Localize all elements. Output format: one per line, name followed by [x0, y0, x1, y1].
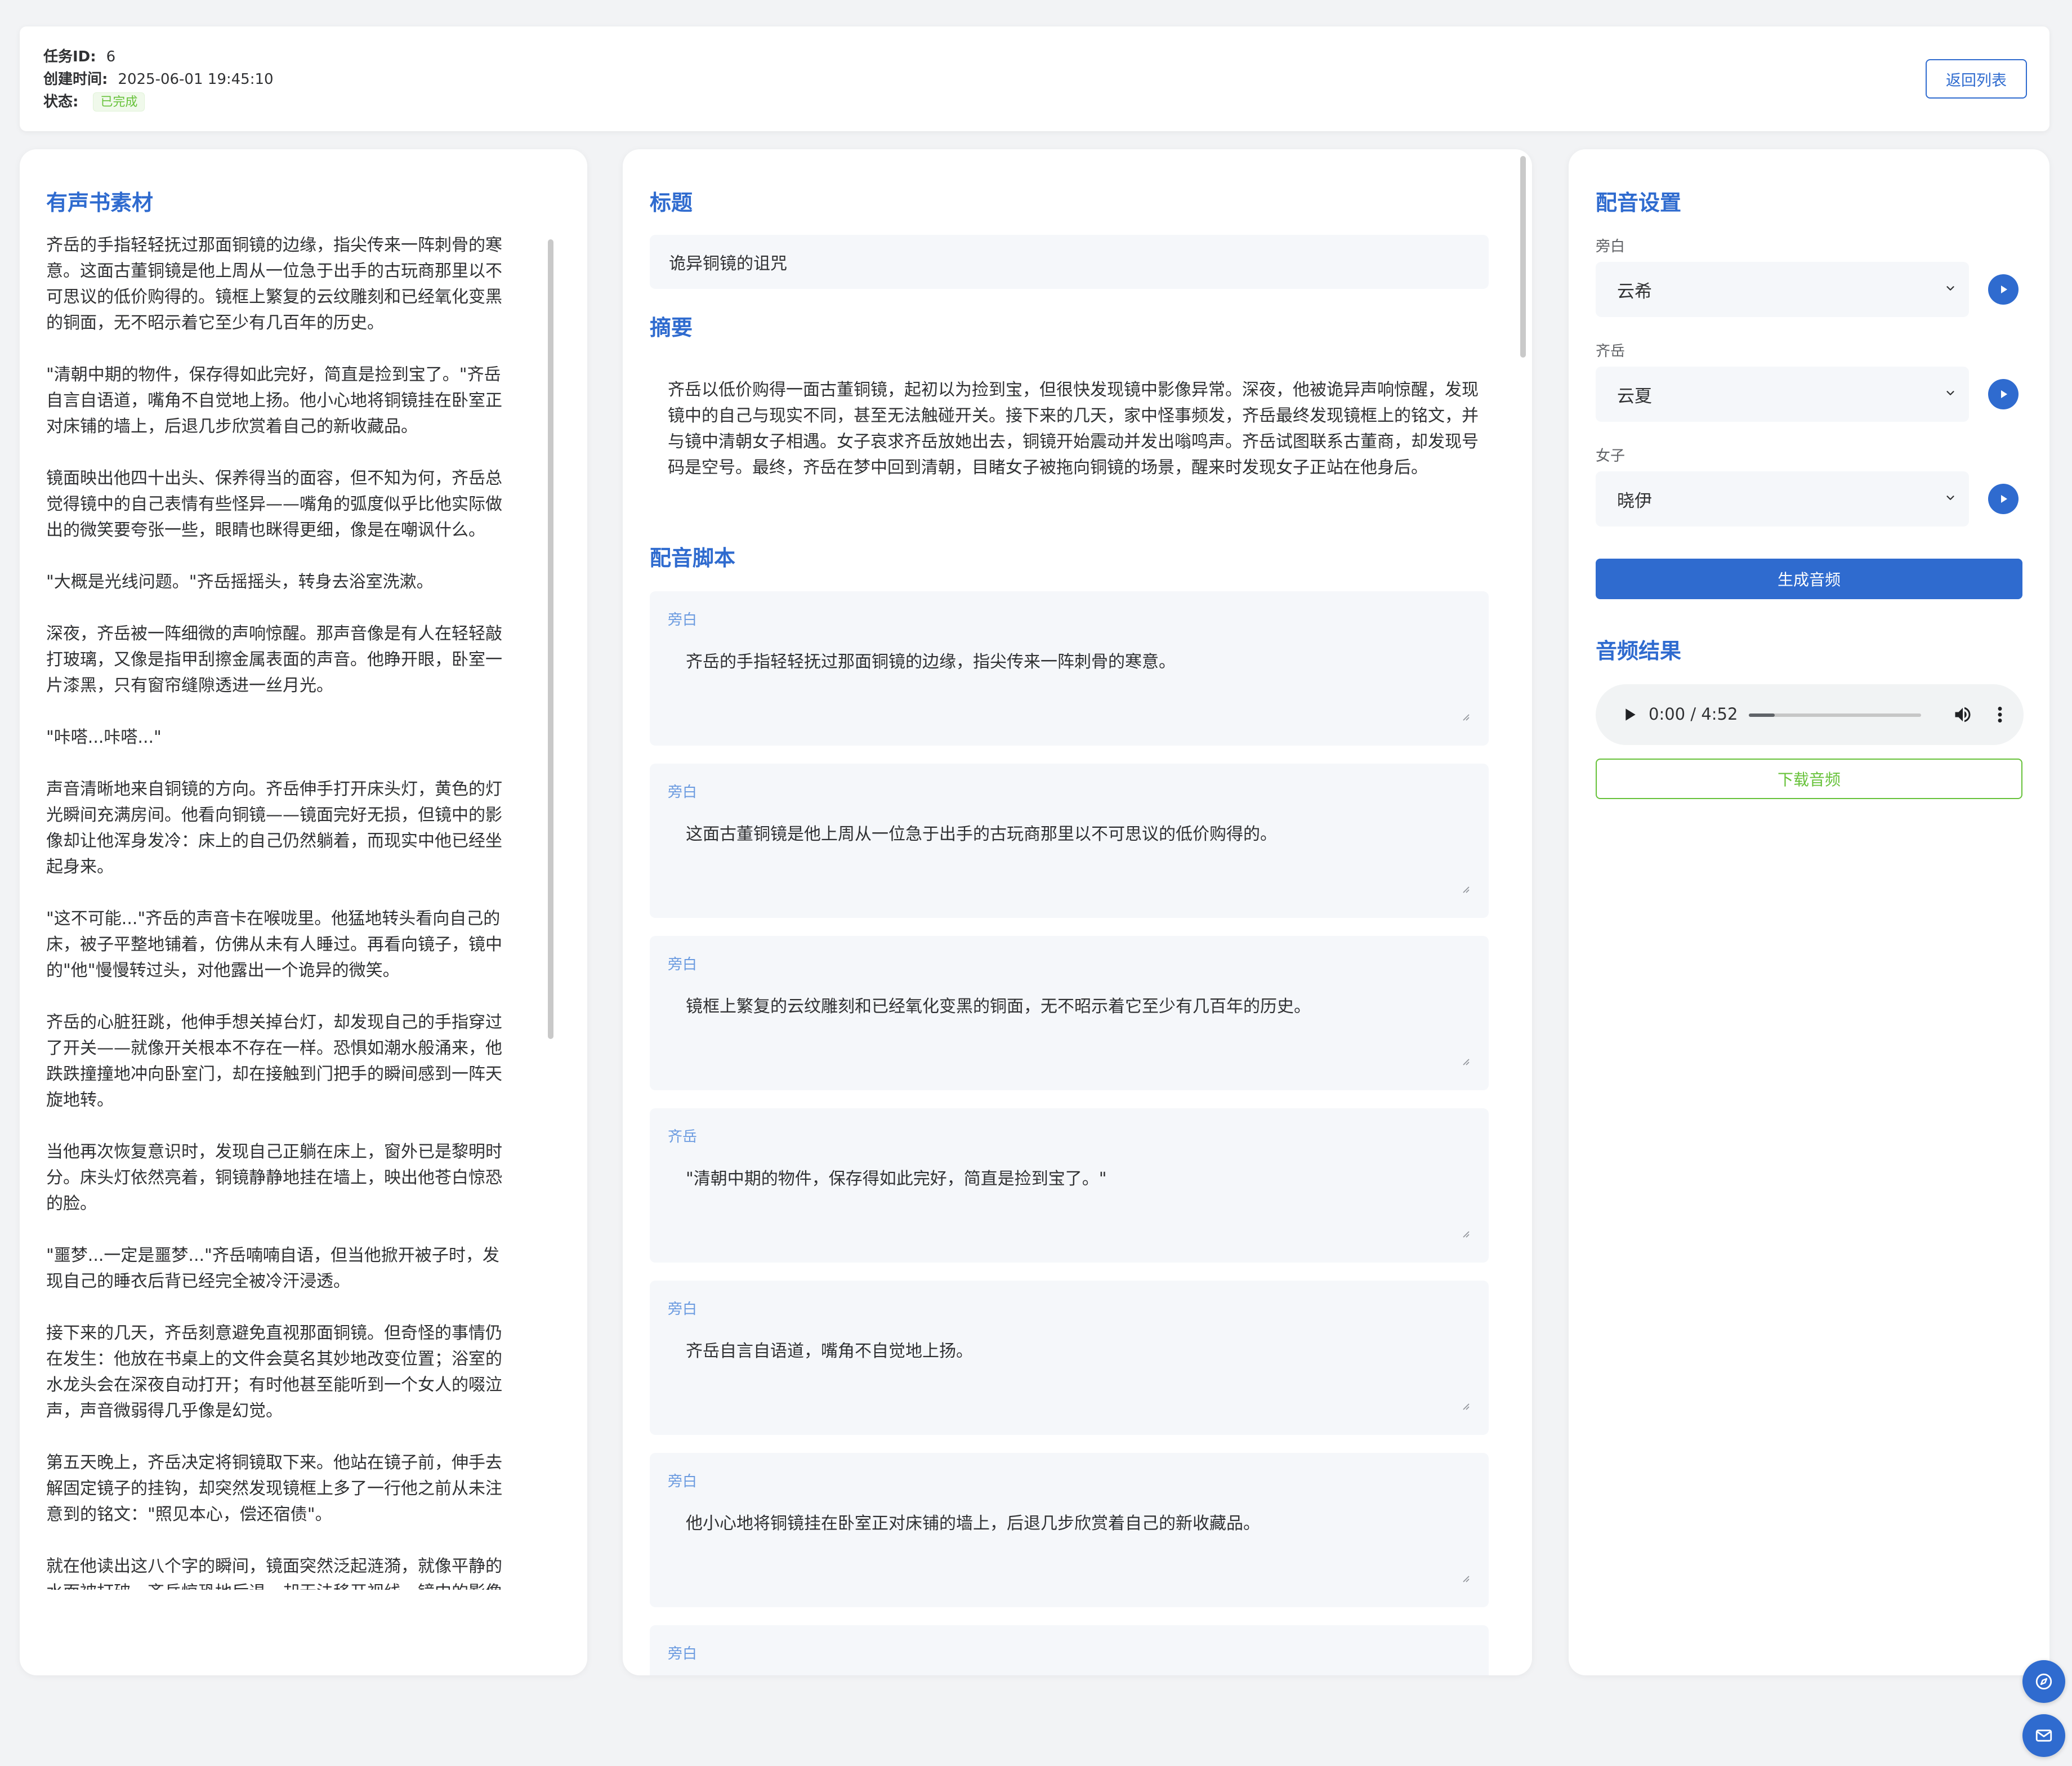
voice-role-label-narrator: 旁白 [1596, 238, 1626, 255]
source-material-text[interactable]: 齐岳的手指轻轻抚过那面铜镜的边缘，指尖传来一阵刺骨的寒意。这面古董铜镜是他上周从… [46, 233, 513, 1590]
voice-settings-panel: 配音设置 旁白 云希 齐岳 云夏 女子 晓伊 生成音频 音频结果 0:00 / … [1569, 149, 2049, 1675]
more-options-icon[interactable] [1995, 704, 2004, 725]
voice-select-value: 晓伊 [1617, 490, 1652, 511]
task-id-value: 6 [106, 48, 116, 65]
resize-grip-icon[interactable] [1461, 712, 1470, 721]
voice-select-woman[interactable]: 晓伊 [1596, 471, 1969, 527]
resize-grip-icon[interactable] [1461, 1056, 1470, 1065]
created-time-label: 创建时间: [43, 71, 108, 88]
source-paragraph: "清朝中期的物件，保存得如此完好，简直是捡到宝了。"齐岳自言自语道，嘴角不自觉地… [46, 365, 502, 436]
source-paragraph: 声音清晰地来自铜镜的方向。齐岳伸手打开床头灯，黄色的灯光瞬间充满房间。他看向铜镜… [46, 779, 502, 877]
script-item[interactable]: 旁白齐岳自言自语道，嘴角不自觉地上扬。 [650, 1281, 1489, 1435]
script-speaker-label: 旁白 [668, 1473, 698, 1490]
script-line-text[interactable]: 这面古董铜镜是他上周从一位急于出手的古玩商那里以不可思议的低价购得的。 [686, 820, 1277, 845]
script-speaker-label: 旁白 [668, 956, 698, 973]
script-speaker-label: 旁白 [668, 1301, 698, 1318]
script-speaker-label: 齐岳 [668, 1129, 698, 1145]
audio-result-heading: 音频结果 [1596, 639, 1682, 663]
source-scrollbar[interactable] [548, 239, 553, 1039]
summary-text: 齐岳以低价购得一面古董铜镜，起初以为捡到宝，但很快发现镜中影像异常。深夜，他被诡… [668, 380, 1479, 478]
preview-voice-woman-button[interactable] [1988, 484, 2019, 514]
preview-voice-qiyue-button[interactable] [1988, 379, 2019, 409]
task-meta: 任务ID: 6 创建时间: 2025-06-01 19:45:10 状态: 已完… [43, 46, 274, 113]
script-speaker-label: 旁白 [668, 612, 698, 628]
back-to-list-button[interactable]: 返回列表 [1926, 59, 2027, 99]
mail-icon [2035, 1729, 2052, 1742]
task-info-header: 任务ID: 6 创建时间: 2025-06-01 19:45:10 状态: 已完… [20, 26, 2049, 131]
script-item[interactable]: 旁白这面古董铜镜是他上周从一位急于出手的古玩商那里以不可思议的低价购得的。 [650, 764, 1489, 918]
source-paragraph: "大概是光线问题。"齐岳摇摇头，转身去浴室洗漱。 [46, 572, 434, 592]
volume-icon[interactable] [1953, 704, 1973, 725]
script-item[interactable]: 旁白镜框上繁复的云纹雕刻和已经氧化变黑的铜面，无不昭示着它至少有几百年的历史。 [650, 936, 1489, 1090]
script-editor-panel: 标题 诡异铜镜的诅咒 摘要 齐岳以低价购得一面古董铜镜，起初以为捡到宝，但很快发… [623, 149, 1532, 1675]
audio-time: 0:00 / 4:52 [1649, 704, 1738, 724]
task-id-row: 任务ID: 6 [43, 46, 274, 68]
mail-fab-button[interactable] [2022, 1714, 2065, 1757]
source-paragraph: 就在他读出这八个字的瞬间，镜面突然泛起涟漪，就像平静的水面被打破。齐岳惊恐地后退… [46, 1557, 502, 1590]
script-line-text[interactable]: "清朝中期的物件，保存得如此完好，简直是捡到宝了。" [686, 1165, 1107, 1189]
source-paragraph: "噩梦...一定是噩梦..."齐岳喃喃自语，但当他掀开被子时，发现自己的睡衣后背… [46, 1246, 499, 1291]
resize-grip-icon[interactable] [1461, 1573, 1470, 1582]
audio-seek-bar[interactable] [1749, 713, 1921, 717]
preview-voice-narrator-button[interactable] [1988, 274, 2019, 305]
source-paragraph: "咔嗒...咔嗒..." [46, 728, 162, 747]
chevron-down-icon [1946, 496, 1954, 500]
play-icon[interactable] [1620, 706, 1638, 724]
audio-progress-fill [1749, 713, 1775, 717]
voice-role-label-qiyue: 齐岳 [1596, 343, 1626, 360]
title-heading: 标题 [650, 190, 693, 215]
task-id-label: 任务ID: [43, 48, 96, 65]
voice-select-qiyue[interactable]: 云夏 [1596, 367, 1969, 422]
script-heading: 配音脚本 [650, 546, 736, 570]
source-paragraph: 接下来的几天，齐岳刻意避免直视那面铜镜。但奇怪的事情仍在发生：他放在书桌上的文件… [46, 1323, 502, 1421]
source-paragraph: 第五天晚上，齐岳决定将铜镜取下来。他站在镜子前，伸手去解固定镜子的挂钩，却突然发… [46, 1453, 502, 1524]
script-line-text[interactable]: 镜框上繁复的云纹雕刻和已经氧化变黑的铜面，无不昭示着它至少有几百年的历史。 [686, 992, 1311, 1017]
title-field-value: 诡异铜镜的诅咒 [669, 254, 787, 274]
source-material-title: 有声书素材 [46, 190, 154, 215]
chevron-down-icon [1946, 391, 1954, 395]
title-field[interactable]: 诡异铜镜的诅咒 [650, 235, 1489, 289]
source-paragraph: 镜面映出他四十出头、保养得当的面容，但不知为何，齐岳总觉得镜中的自己表情有些怪异… [46, 469, 502, 540]
voice-select-narrator[interactable]: 云希 [1596, 262, 1969, 317]
download-audio-button[interactable]: 下载音频 [1596, 759, 2022, 799]
script-scrollbar[interactable] [1520, 156, 1526, 358]
source-paragraph: 深夜，齐岳被一阵细微的声响惊醒。那声音像是有人在轻轻敲打玻璃，又像是指甲刮擦金属… [46, 624, 502, 695]
script-speaker-label: 旁白 [668, 784, 698, 801]
play-icon [2001, 495, 2007, 503]
source-paragraph: "这不可能..."齐岳的声音卡在喉咙里。他猛地转头看向自己的床，被子平整地铺着，… [46, 909, 502, 980]
script-line-text[interactable]: 他小心地将铜镜挂在卧室正对床铺的墙上，后退几步欣赏着自己的新收藏品。 [686, 1509, 1260, 1534]
voice-select-value: 云夏 [1617, 386, 1652, 407]
status-label: 状态: [43, 93, 79, 110]
source-material-panel: 有声书素材 齐岳的手指轻轻抚过那面铜镜的边缘，指尖传来一阵刺骨的寒意。这面古董铜… [20, 149, 587, 1675]
compass-icon [2035, 1673, 2052, 1690]
script-item[interactable]: 旁白齐岳的手指轻轻抚过那面铜镜的边缘，指尖传来一阵刺骨的寒意。 [650, 591, 1489, 746]
source-paragraph: 当他再次恢复意识时，发现自己正躺在床上，窗外已是黎明时分。床头灯依然亮着，铜镜静… [46, 1142, 502, 1214]
created-time-row: 创建时间: 2025-06-01 19:45:10 [43, 68, 274, 91]
summary-heading: 摘要 [650, 315, 693, 340]
script-item[interactable]: 旁白 [650, 1625, 1489, 1675]
voice-select-value: 云希 [1617, 281, 1652, 302]
status-badge: 已完成 [93, 92, 145, 112]
script-speaker-label: 旁白 [668, 1645, 698, 1662]
script-line-text[interactable]: 齐岳的手指轻轻抚过那面铜镜的边缘，指尖传来一阵刺骨的寒意。 [686, 648, 1176, 672]
resize-grip-icon[interactable] [1461, 884, 1470, 893]
script-list: 旁白 齐岳的手指轻轻抚过那面铜镜的边缘，指尖传来一阵刺骨的寒意。 旁白 这面古董铜镜是… [650, 591, 1489, 1675]
resize-grip-icon[interactable] [1461, 1229, 1470, 1238]
play-icon [2001, 390, 2007, 398]
voice-settings-heading: 配音设置 [1596, 190, 1682, 215]
voice-role-label-woman: 女子 [1596, 448, 1626, 465]
compass-fab-button[interactable] [2022, 1660, 2065, 1703]
generate-audio-button[interactable]: 生成音频 [1596, 559, 2022, 599]
script-item[interactable]: 旁白他小心地将铜镜挂在卧室正对床铺的墙上，后退几步欣赏着自己的新收藏品。 [650, 1453, 1489, 1607]
source-paragraph: 齐岳的手指轻轻抚过那面铜镜的边缘，指尖传来一阵刺骨的寒意。这面古董铜镜是他上周从… [46, 235, 502, 333]
audio-player: 0:00 / 4:52 [1596, 684, 2024, 745]
status-row: 状态: 已完成 [43, 91, 274, 113]
script-item[interactable]: 齐岳 "清朝中期的物件，保存得如此完好，简直是捡到宝了。" [650, 1108, 1489, 1263]
script-line-text[interactable]: 齐岳自言自语道，嘴角不自觉地上扬。 [686, 1337, 973, 1362]
resize-grip-icon[interactable] [1461, 1401, 1470, 1410]
created-time-value: 2025-06-01 19:45:10 [118, 71, 274, 88]
chevron-down-icon [1946, 286, 1954, 291]
play-icon [2001, 286, 2007, 293]
source-paragraph: 齐岳的心脏狂跳，他伸手想关掉台灯，却发现自己的手指穿过了开关——就像开关根本不存… [46, 1013, 502, 1110]
